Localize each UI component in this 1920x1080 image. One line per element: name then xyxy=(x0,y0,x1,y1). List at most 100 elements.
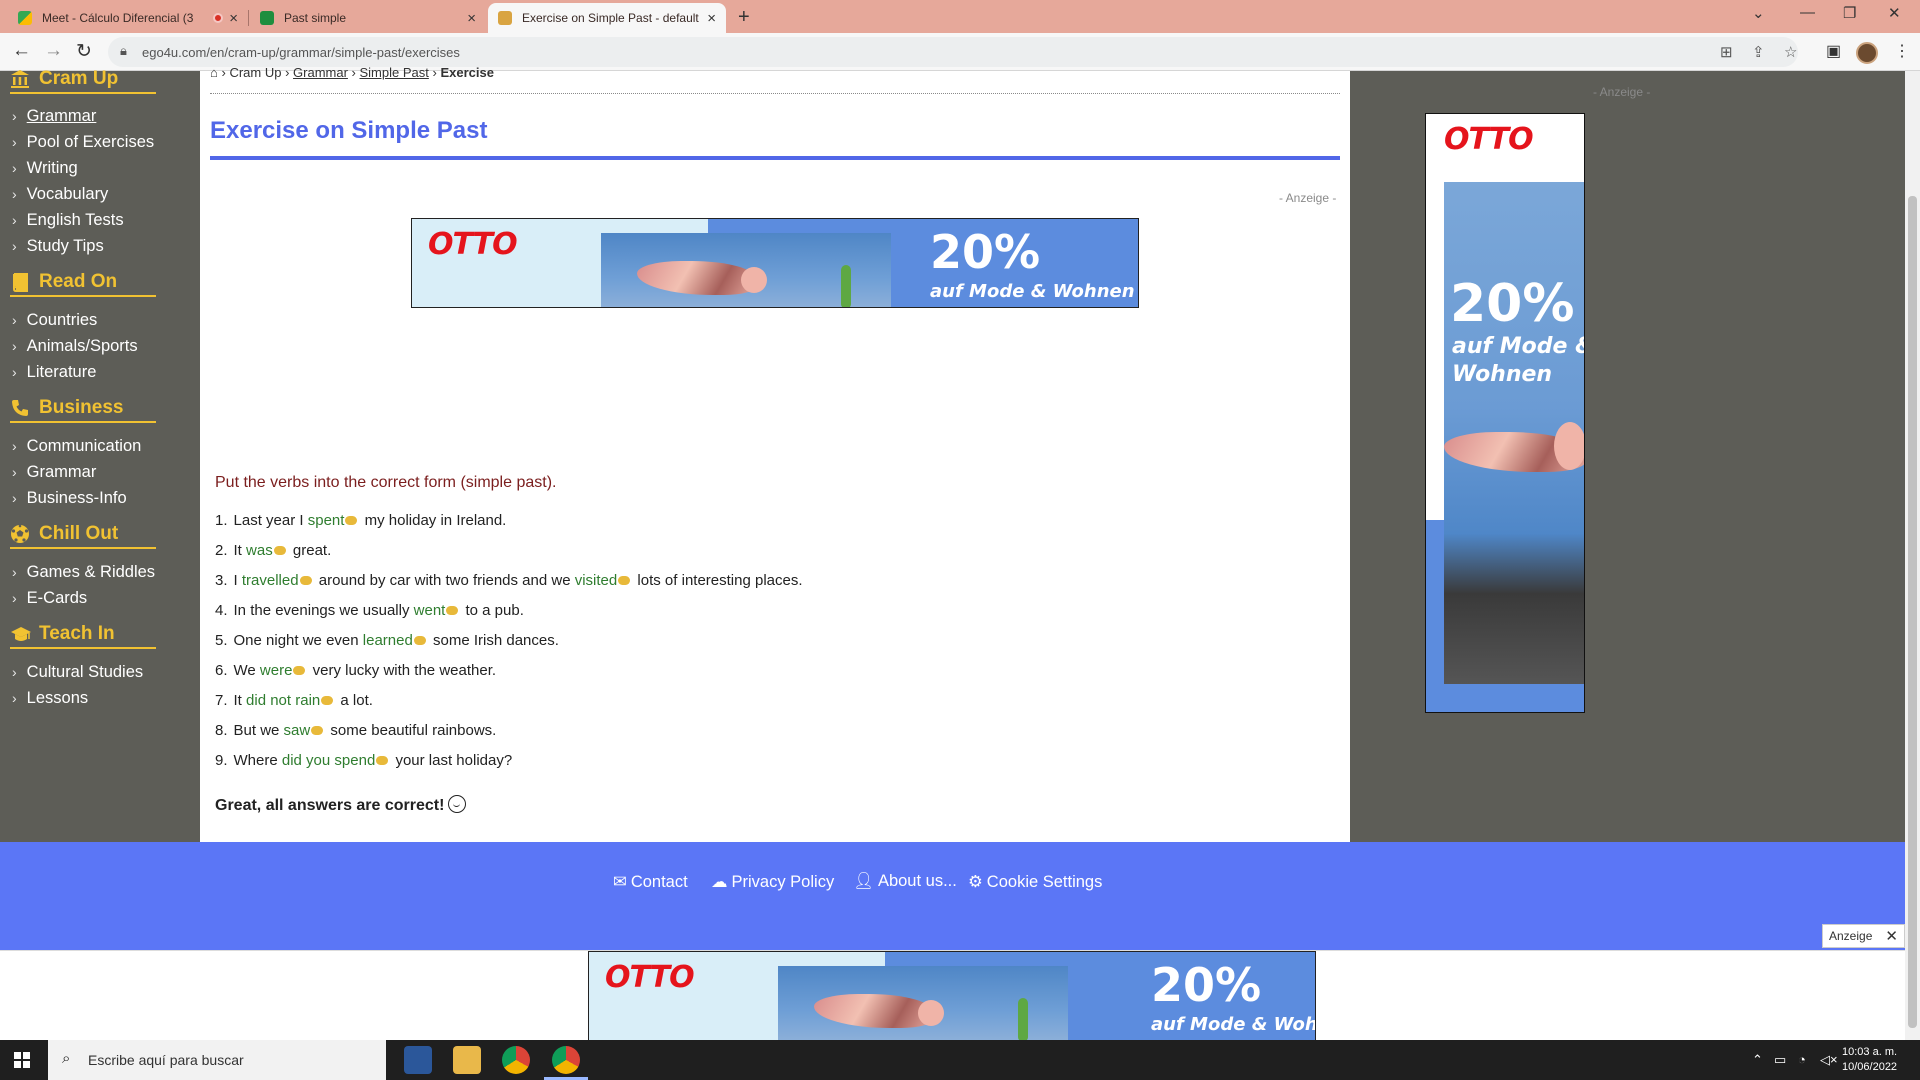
sidebar-item-grammar[interactable]: › Grammar xyxy=(12,107,96,126)
sidebar-item-business-grammar[interactable]: › Grammar xyxy=(12,463,96,482)
back-icon[interactable]: ← xyxy=(12,40,31,62)
tab-search-icon[interactable]: ⌄ xyxy=(1752,4,1765,22)
file-explorer-icon[interactable] xyxy=(453,1046,481,1074)
word-app-icon[interactable] xyxy=(404,1046,432,1074)
breadcrumb-cram-up[interactable]: Cram Up xyxy=(229,65,281,80)
home-icon[interactable]: ⌂ xyxy=(210,65,218,80)
footer-link-privacy[interactable]: ☁ Privacy Policy xyxy=(711,872,834,892)
answer-field[interactable]: spent xyxy=(308,512,345,529)
hint-bubble-icon[interactable] xyxy=(273,546,286,555)
scrollbar-thumb[interactable] xyxy=(1908,196,1917,1028)
close-tab-icon[interactable]: × xyxy=(229,10,238,27)
footer-link-cookie-settings[interactable]: ⚙ Cookie Settings xyxy=(968,872,1102,892)
sidebar-item-label: Study Tips xyxy=(26,237,104,255)
forward-icon[interactable]: → xyxy=(44,40,63,62)
close-tab-icon[interactable]: × xyxy=(707,10,716,27)
avatar[interactable] xyxy=(1856,42,1878,64)
answer-field[interactable]: was xyxy=(246,542,273,559)
chevron-right-icon: › xyxy=(12,464,17,480)
close-icon[interactable]: ✕ xyxy=(1885,927,1898,945)
restore-icon[interactable]: ❐ xyxy=(1843,4,1856,22)
menu-icon[interactable]: ⋮ xyxy=(1894,41,1910,61)
exercise-text: a lot. xyxy=(340,692,373,709)
chrome-app-icon[interactable] xyxy=(502,1046,530,1074)
address-bar[interactable]: 🔒︎ ego4u.com/en/cram-up/grammar/simple-p… xyxy=(108,37,1798,67)
url-text[interactable]: ego4u.com/en/cram-up/grammar/simple-past… xyxy=(142,45,460,60)
footer-link-contact[interactable]: ✉ Contact xyxy=(613,872,688,892)
answer-field[interactable]: did you spend xyxy=(282,752,375,769)
taskbar-search-field[interactable]: ⌕ Escribe aquí para buscar xyxy=(48,1040,386,1080)
hint-bubble-icon[interactable] xyxy=(376,756,389,765)
sidebar-item-study-tips[interactable]: › Study Tips xyxy=(12,237,104,256)
hint-bubble-icon[interactable] xyxy=(311,726,324,735)
answer-field[interactable]: did not rain xyxy=(246,692,320,709)
close-window-icon[interactable]: ✕ xyxy=(1888,4,1901,22)
footer-link-label: Privacy Policy xyxy=(731,873,835,891)
book-icon xyxy=(10,272,30,292)
minimize-icon[interactable]: — xyxy=(1800,4,1815,21)
sidebar-heading-cram-up[interactable]: Cram Up xyxy=(10,68,156,94)
reload-icon[interactable]: ↻ xyxy=(76,40,92,63)
hint-bubble-icon[interactable] xyxy=(299,576,312,585)
ad-tagline: auf Mode & Woh xyxy=(1151,1014,1316,1035)
hint-bubble-icon[interactable] xyxy=(345,516,358,525)
share-icon[interactable]: ⇪ xyxy=(1752,43,1765,61)
new-tab-button[interactable]: + xyxy=(738,6,750,29)
answer-field[interactable]: went xyxy=(414,602,446,619)
hint-bubble-icon[interactable] xyxy=(321,696,334,705)
hint-bubble-icon[interactable] xyxy=(618,576,631,585)
tab-exercise-simple-past[interactable]: Exercise on Simple Past - default × xyxy=(488,3,726,33)
sidebar-item-pool-of-exercises[interactable]: › Pool of Exercises xyxy=(12,133,154,152)
sticky-ad-label: Anzeige xyxy=(1829,929,1873,943)
exercise-instruction: Put the verbs into the correct form (sim… xyxy=(215,474,557,491)
chrome-profile-app-icon[interactable] xyxy=(552,1046,580,1074)
volume-muted-icon[interactable]: ◁× xyxy=(1820,1052,1838,1068)
hint-bubble-icon[interactable] xyxy=(413,636,426,645)
answer-field[interactable]: saw xyxy=(284,722,311,739)
sidebar-item-writing[interactable]: › Writing xyxy=(12,159,78,178)
tray-chevron-up-icon[interactable]: ⌃ xyxy=(1752,1052,1763,1068)
tab-separator xyxy=(248,10,249,26)
sidebar-item-animals-sports[interactable]: › Animals/Sports xyxy=(12,337,138,356)
ad-banner-bottom[interactable]: OTTO 20% auf Mode & Woh xyxy=(588,951,1316,1041)
sticky-ad-close-button[interactable]: Anzeige ✕ xyxy=(1822,924,1905,948)
sidebar-item-games-riddles[interactable]: › Games & Riddles xyxy=(12,563,155,582)
sidebar-heading-business[interactable]: Business xyxy=(10,397,156,423)
sidebar-item-business-info[interactable]: › Business-Info xyxy=(12,489,127,508)
answer-field[interactable]: learned xyxy=(363,632,413,649)
answer-field[interactable]: were xyxy=(260,662,293,679)
hint-bubble-icon[interactable] xyxy=(446,606,459,615)
ad-skyscraper-right[interactable]: OTTO 20% auf Mode & Wohnen xyxy=(1425,113,1585,713)
breadcrumb-grammar[interactable]: Grammar xyxy=(293,65,348,80)
hint-bubble-icon[interactable] xyxy=(293,666,306,675)
wifi-icon[interactable]: ◔ xyxy=(1798,1052,1806,1067)
chevron-right-icon: › xyxy=(12,664,17,680)
tab-meet[interactable]: Meet - Cálculo Diferencial (3 × xyxy=(8,3,248,33)
sidebar-item-countries[interactable]: › Countries xyxy=(12,311,97,330)
translate-icon[interactable]: ⊞ xyxy=(1720,43,1733,61)
sidebar-item-cultural-studies[interactable]: › Cultural Studies xyxy=(12,663,143,682)
tab-past-simple[interactable]: Past simple × xyxy=(250,3,486,33)
sidebar-heading-teach-in[interactable]: Teach In xyxy=(10,623,156,649)
sidebar-item-english-tests[interactable]: › English Tests xyxy=(12,211,124,230)
windows-start-icon[interactable] xyxy=(14,1052,30,1068)
system-clock[interactable]: 10:03 a. m. 10/06/2022 xyxy=(1842,1045,1897,1075)
sidebar-item-vocabulary[interactable]: › Vocabulary xyxy=(12,185,108,204)
sidebar-item-literature[interactable]: › Literature xyxy=(12,363,96,382)
lock-icon[interactable]: 🔒︎ xyxy=(120,43,127,59)
page-scrollbar[interactable] xyxy=(1905,71,1920,1040)
sidebar-item-communication[interactable]: › Communication xyxy=(12,437,141,456)
answer-field[interactable]: travelled xyxy=(242,572,299,589)
sidebar-item-lessons[interactable]: › Lessons xyxy=(12,689,88,708)
sidebar-heading-read-on[interactable]: Read On xyxy=(10,271,156,297)
side-panel-icon[interactable]: ▣ xyxy=(1826,41,1841,61)
footer-link-about[interactable]: 👤︎ About us... xyxy=(853,872,957,891)
sidebar-heading-chill-out[interactable]: Chill Out xyxy=(10,523,156,549)
answer-field[interactable]: visited xyxy=(575,572,618,589)
ad-banner-top[interactable]: OTTO 20% auf Mode & Wohnen xyxy=(411,218,1139,308)
bookmark-star-icon[interactable]: ☆ xyxy=(1784,43,1797,61)
close-tab-icon[interactable]: × xyxy=(467,10,476,27)
sidebar-item-e-cards[interactable]: › E-Cards xyxy=(12,589,87,608)
breadcrumb-simple-past[interactable]: Simple Past xyxy=(360,65,429,80)
meet-tray-icon[interactable]: ▭ xyxy=(1774,1052,1786,1068)
